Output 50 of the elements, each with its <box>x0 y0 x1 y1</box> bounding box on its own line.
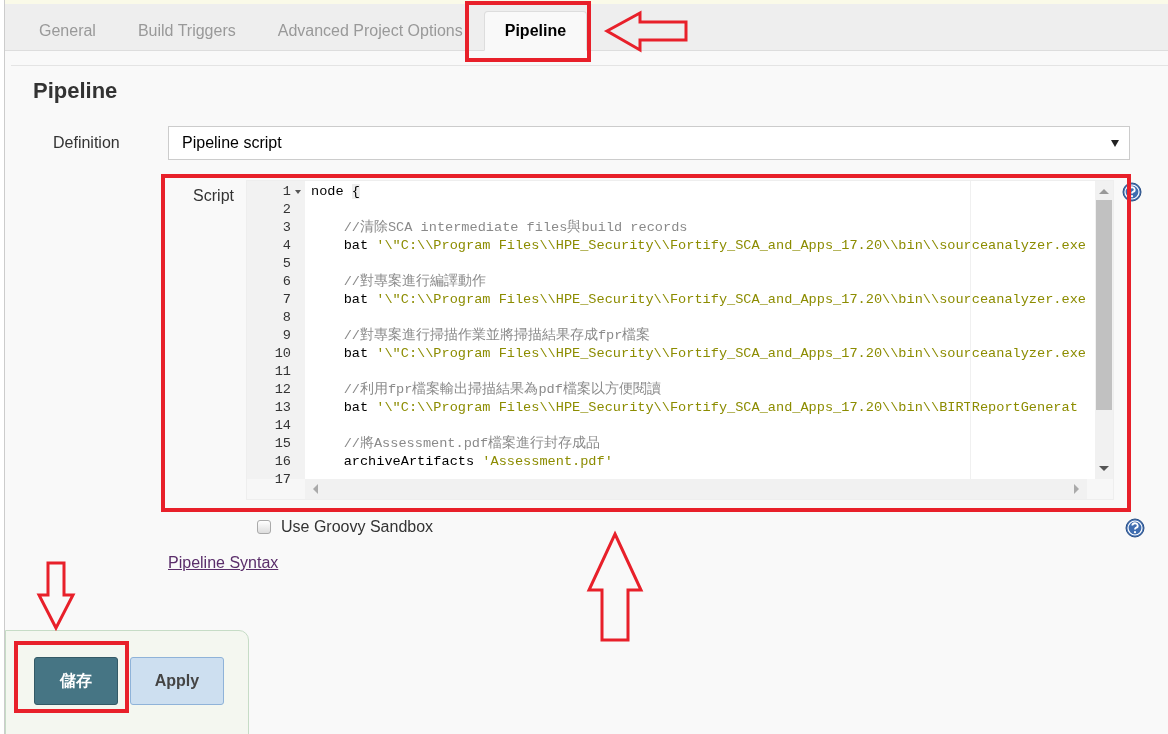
line-number: 4 <box>282 237 291 255</box>
fold-icon[interactable] <box>295 190 301 194</box>
code-line: bat '\"C:\\Program Files\\HPE_Security\\Fortify_SCA_and_Apps_17.20\\bin\\sourceanalyzer.exe <box>342 292 1086 307</box>
line-number: 9 <box>282 327 291 345</box>
code-line: archiveArtifacts 'Assessment.pdf' <box>342 454 613 469</box>
help-icon[interactable] <box>1122 182 1142 202</box>
code-line: //將Assessment.pdf檔案進行封存成品 <box>342 436 601 451</box>
scroll-left-icon[interactable] <box>313 484 318 494</box>
scroll-up-icon[interactable] <box>1099 189 1109 194</box>
sandbox-checkbox[interactable]: Use Groovy Sandbox <box>257 518 434 536</box>
scroll-down-icon[interactable] <box>1099 466 1109 471</box>
help-icon[interactable] <box>1125 518 1146 538</box>
line-number: 11 <box>274 363 291 381</box>
code-line: //對專案進行編譯動作 <box>342 274 486 289</box>
line-number: 16 <box>274 453 291 471</box>
code-line: //利用fpr檔案輸出掃描結果為pdf檔案以方便閱讀 <box>342 382 661 397</box>
code-line: //清除SCA intermediate files與build records <box>342 220 688 235</box>
section-title: Pipeline <box>33 78 119 104</box>
line-number: 2 <box>282 201 291 219</box>
line-number: 1 <box>282 183 291 201</box>
line-number: 10 <box>274 345 291 363</box>
caret-icon <box>1111 139 1119 147</box>
apply-button[interactable]: Apply <box>130 657 224 705</box>
scrollbar[interactable] <box>1095 181 1113 479</box>
line-number: 15 <box>274 435 291 453</box>
code-editor[interactable] <box>246 180 1114 500</box>
line-number: 13 <box>274 399 291 417</box>
line-number: 5 <box>282 255 291 273</box>
save-button[interactable]: 儲存 <box>34 657 118 705</box>
pipeline-syntax-link[interactable]: Pipeline Syntax <box>168 554 279 572</box>
line-number: 17 <box>274 471 291 489</box>
definition-label: Definition <box>52 134 121 152</box>
code-line: bat '\"C:\\Program Files\\HPE_Security\\Fortify_SCA_and_Apps_17.20\\bin\\BIRTReportGenerat <box>342 400 1078 415</box>
line-number: 7 <box>282 291 291 309</box>
line-number: 14 <box>274 417 291 435</box>
code-line: bat '\"C:\\Program Files\\HPE_Security\\Fortify_SCA_and_Apps_17.20\\bin\\sourceanalyzer.exe <box>342 346 1086 361</box>
line-number: 3 <box>282 219 291 237</box>
line-number: 8 <box>282 309 291 327</box>
code-line: bat '\"C:\\Program Files\\HPE_Security\\Fortify_SCA_and_Apps_17.20\\bin\\sourceanalyzer.exe <box>342 238 1086 253</box>
line-number: 12 <box>274 381 291 399</box>
checkbox[interactable] <box>257 520 271 534</box>
horizontal-scrollbar[interactable] <box>305 479 1087 499</box>
script-label: Script <box>192 186 235 205</box>
line-number: 6 <box>282 273 291 291</box>
code-line: //對專案進行掃描作業並將掃描結果存成fpr檔案 <box>342 328 651 343</box>
scroll-right-icon[interactable] <box>1074 484 1079 494</box>
tab[interactable]: Pipeline <box>483 11 588 51</box>
annotation-arrow <box>36 561 76 632</box>
code-line: node { <box>311 184 360 199</box>
definition-dropdown[interactable]: Pipeline script <box>168 126 1130 160</box>
